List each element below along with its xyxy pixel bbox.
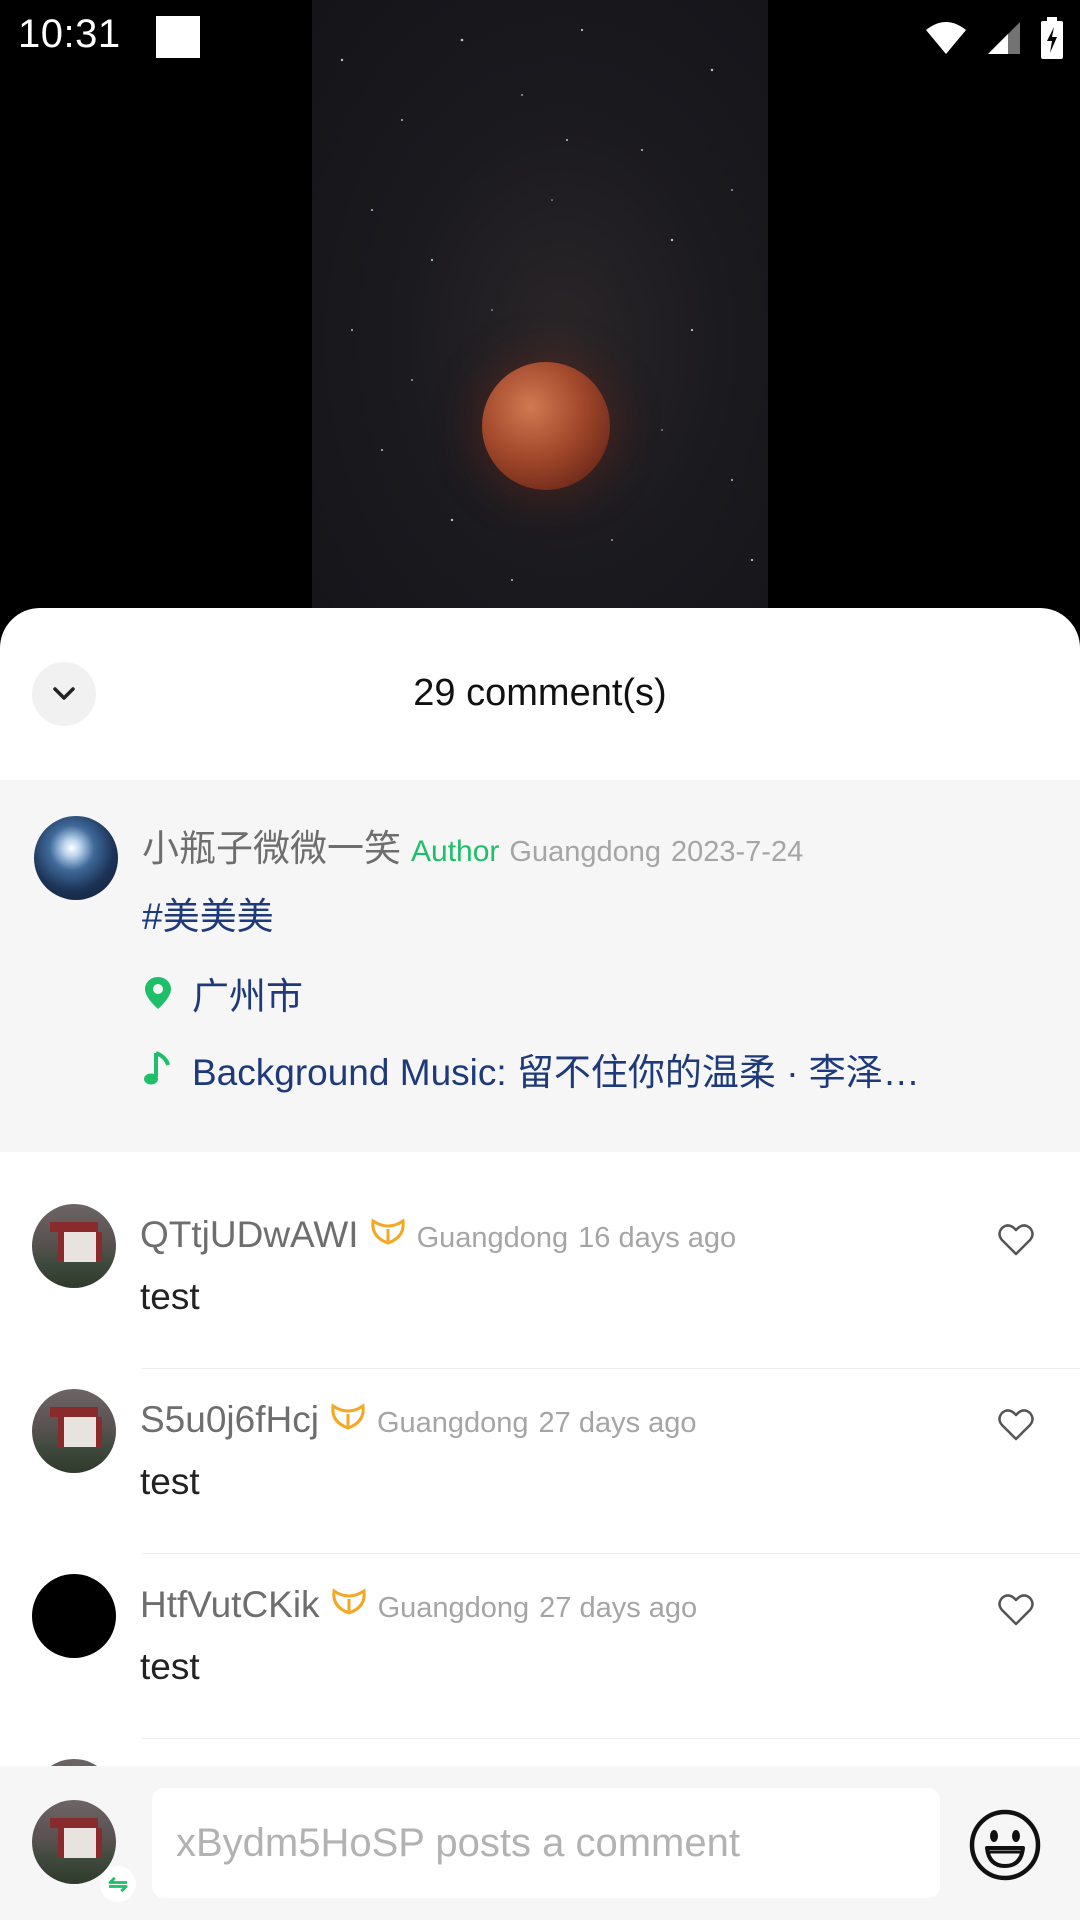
post-description: 小瓶子微微一笑 Author Guangdong 2023-7-24 #美美美 … xyxy=(0,780,1080,1152)
author-tag: Author xyxy=(411,835,500,868)
commenter-avatar[interactable] xyxy=(32,1389,116,1473)
comment-text: test xyxy=(140,1461,200,1502)
post-region: Guangdong xyxy=(509,836,661,868)
emoji-icon[interactable] xyxy=(968,1808,1042,1882)
signal-icon xyxy=(988,22,1020,54)
comment-time: 27 days ago xyxy=(539,1592,698,1624)
author-avatar[interactable] xyxy=(34,816,118,900)
commenter-username[interactable]: QTtjUDwAWI xyxy=(140,1214,359,1256)
like-heart-icon[interactable] xyxy=(996,1590,1036,1630)
location-label: 广州市 xyxy=(192,976,303,1017)
background-music-label: Background Music: 留不住你的温柔 · 李泽… xyxy=(192,1052,920,1093)
music-row[interactable]: Background Music: 留不住你的温柔 · 李泽… xyxy=(142,1042,920,1096)
comment-name-line: QTtjUDwAWI Guangdong 16 days ago xyxy=(140,1214,736,1256)
post-date: 2023-7-24 xyxy=(670,836,804,868)
comment-region: Guangdong xyxy=(416,1222,569,1254)
status-bar: 10:31 xyxy=(0,0,1080,74)
comment-region: Guangdong xyxy=(377,1592,530,1624)
video-player[interactable] xyxy=(0,0,1080,620)
vip-badge-icon xyxy=(331,1403,365,1430)
comment-text: test xyxy=(140,1276,200,1317)
comment-item: HtfVutCKik Guangdong 27 days ago test xyxy=(0,1554,1080,1739)
video-frame xyxy=(312,0,768,620)
comment-name-line: S5u0j6fHcj Guangdong 27 days ago xyxy=(140,1399,697,1441)
commenter-avatar[interactable] xyxy=(32,1204,116,1288)
notification-icon xyxy=(156,16,200,58)
location-row[interactable]: 广州市 xyxy=(142,966,303,1020)
starfield xyxy=(340,28,754,581)
sheet-header: 29 comment(s) xyxy=(0,608,1080,780)
comment-item: S5u0j6fHcj Guangdong 27 days ago test xyxy=(0,1369,1080,1554)
comment-text: test xyxy=(140,1646,200,1687)
comment-time: 27 days ago xyxy=(538,1407,697,1439)
commenter-avatar[interactable] xyxy=(32,1574,116,1658)
comment-composer: ⇋ xyxy=(0,1766,1080,1920)
commenter-username[interactable]: S5u0j6fHcj xyxy=(140,1399,319,1441)
comments-sheet: 29 comment(s) 小瓶子微微一笑 Author Guangdong 2… xyxy=(0,608,1080,1920)
comment-item: QTtjUDwAWI Guangdong 16 days ago test xyxy=(0,1184,1080,1369)
vip-badge-icon xyxy=(331,1588,366,1615)
comment-name-line: HtfVutCKik Guangdong 27 days ago xyxy=(140,1584,697,1626)
location-pin-icon xyxy=(145,977,171,1009)
post-name-line: 小瓶子微微一笑 Author Guangdong 2023-7-24 xyxy=(142,818,803,872)
like-heart-icon[interactable] xyxy=(996,1220,1036,1260)
author-username[interactable]: 小瓶子微微一笑 xyxy=(142,818,401,872)
commenter-username[interactable]: HtfVutCKik xyxy=(140,1584,320,1626)
moon-image xyxy=(482,362,610,490)
comment-input-box[interactable] xyxy=(152,1788,940,1898)
like-heart-icon[interactable] xyxy=(996,1405,1036,1445)
vip-badge-icon xyxy=(370,1218,405,1245)
battery-icon xyxy=(1041,17,1063,59)
comments-count-title: 29 comment(s) xyxy=(413,672,667,714)
status-icons xyxy=(924,16,1064,60)
comment-time: 16 days ago xyxy=(578,1222,737,1254)
switch-account-icon[interactable]: ⇋ xyxy=(100,1866,136,1902)
music-note-icon xyxy=(144,1051,170,1085)
post-hashtag[interactable]: #美美美 xyxy=(142,886,274,940)
status-time: 10:31 xyxy=(18,12,121,56)
wifi-icon xyxy=(926,22,966,54)
comment-input[interactable] xyxy=(174,1819,940,1867)
comment-region: Guangdong xyxy=(376,1407,529,1439)
